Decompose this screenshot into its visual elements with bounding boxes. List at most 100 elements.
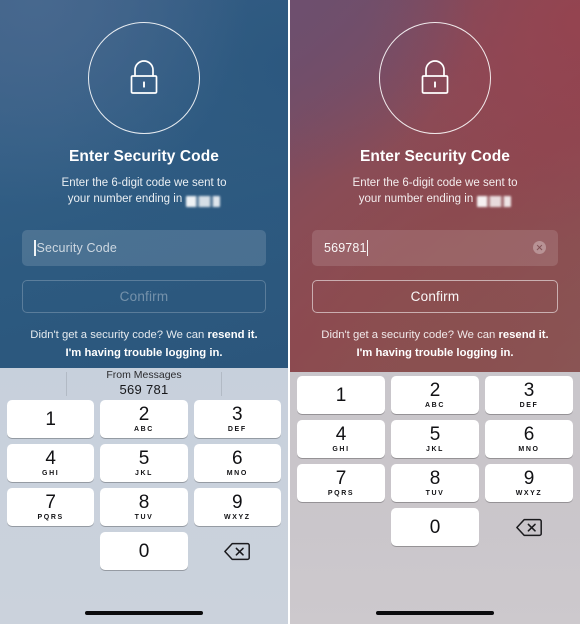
page-subtitle: Enter the 6-digit code we sent to your n… (290, 175, 580, 208)
redacted-phone-suffix (477, 195, 512, 207)
key-digit: 7 (335, 468, 347, 489)
key-digit: 6 (523, 424, 535, 445)
home-indicator[interactable] (376, 610, 494, 615)
trouble-logging-in-link[interactable]: I'm having trouble logging in. (14, 345, 274, 363)
autofill-divider-right (221, 372, 222, 396)
keypad-rows-left: 1 2 ABC 3 DEF 4 GHI 5 JKL 6 MNO 7 PQRS 8… (4, 400, 284, 570)
key-1[interactable]: 1 (297, 376, 385, 414)
key-letters: WXYZ (224, 514, 251, 521)
key-digit: 1 (45, 408, 56, 430)
help-links-right: Didn't get a security code? We can resen… (290, 327, 580, 363)
lock-icon (88, 22, 200, 134)
key-digit: 0 (429, 516, 441, 538)
key-letters: TUV (134, 514, 154, 521)
help-links-left: Didn't get a security code? We can resen… (0, 327, 288, 363)
key-letters: PQRS (327, 490, 355, 497)
key-digit: 1 (335, 384, 347, 406)
key-digit: 3 (523, 380, 535, 401)
autofill-source-label: From Messages (106, 369, 182, 382)
confirm-button[interactable]: Confirm (22, 279, 266, 313)
key-7[interactable]: 7 PQRS (7, 488, 95, 526)
key-letters: MNO (226, 470, 248, 477)
confirm-button[interactable]: Confirm (312, 279, 558, 313)
key-digit: 9 (232, 492, 243, 513)
keypad-spacer (7, 532, 94, 570)
keypad-row: 4 GHI 5 JKL 6 MNO (297, 420, 573, 458)
lock-icon (379, 22, 491, 134)
key-letters: WXYZ (515, 490, 543, 497)
page-title: Enter Security Code (359, 148, 511, 165)
lock-badge-left (0, 0, 288, 134)
key-digit: 8 (138, 492, 150, 513)
key-0[interactable]: 0 (391, 508, 479, 546)
subtitle-line-2-text: your number ending in (358, 193, 474, 206)
key-1[interactable]: 1 (7, 400, 95, 438)
keypad-row: 4 GHI 5 JKL 6 MNO (7, 444, 281, 482)
key-5[interactable]: 5 JKL (100, 444, 188, 482)
key-2[interactable]: 2 ABC (100, 400, 188, 438)
key-letters: JKL (425, 446, 445, 453)
key-8[interactable]: 8 TUV (391, 464, 479, 502)
keypad-spacer (297, 508, 385, 546)
security-code-input[interactable]: Security Code (22, 229, 266, 266)
key-letters: DEF (519, 402, 539, 409)
subtitle-line-2: your number ending in (28, 191, 260, 207)
key-letters: ABC (425, 402, 445, 409)
page-title: Enter Security Code (68, 148, 220, 165)
key-letters: GHI (332, 446, 350, 453)
key-4[interactable]: 4 GHI (7, 444, 95, 482)
autofill-suggestion-bar[interactable]: From Messages 569 781 (4, 368, 284, 400)
screenshot-stage: Enter Security Code Enter the 6-digit co… (0, 0, 580, 624)
key-digit: 2 (429, 380, 441, 401)
key-3[interactable]: 3 DEF (485, 376, 573, 414)
key-digit: 3 (232, 404, 243, 425)
key-3[interactable]: 3 DEF (193, 400, 281, 438)
keypad-rows-right: 1 2 ABC 3 DEF 4 GHI 5 JKL 6 MNO 7 PQRS 8… (294, 372, 576, 546)
keypad-row: 1 2 ABC 3 DEF (7, 400, 281, 438)
security-code-hero-left: Enter Security Code Enter the 6-digit co… (0, 0, 288, 368)
security-code-value: 569781 (324, 240, 367, 255)
trouble-logging-in-link[interactable]: I'm having trouble logging in. (304, 345, 566, 363)
keypad-row: 0 (7, 532, 281, 570)
lock-badge-right (290, 0, 580, 134)
resend-prompt-text: Didn't get a security code? We can (321, 328, 499, 341)
key-letters: DEF (227, 426, 247, 433)
numeric-keypad-right: 1 2 ABC 3 DEF 4 GHI 5 JKL 6 MNO 7 PQRS 8… (290, 372, 580, 624)
key-2[interactable]: 2 ABC (391, 376, 479, 414)
backspace-delete-icon[interactable] (194, 532, 281, 570)
key-digit: 4 (45, 448, 56, 469)
text-caret (34, 239, 36, 256)
key-4[interactable]: 4 GHI (297, 420, 385, 458)
backspace-delete-icon[interactable] (485, 508, 573, 546)
key-digit: 9 (523, 468, 535, 489)
key-letters: ABC (134, 426, 154, 433)
key-letters: TUV (425, 490, 445, 497)
numeric-keypad-left: From Messages 569 781 1 2 ABC 3 DEF 4 GH… (0, 368, 288, 624)
keypad-row: 1 2 ABC 3 DEF (297, 376, 573, 414)
subtitle-line-1: Enter the 6-digit code we sent to (61, 177, 227, 189)
key-digit: 8 (429, 468, 441, 489)
text-caret (366, 239, 369, 256)
key-7[interactable]: 7 PQRS (297, 464, 385, 502)
subtitle-line-1: Enter the 6-digit code we sent to (352, 177, 518, 189)
key-8[interactable]: 8 TUV (100, 488, 188, 526)
clear-input-icon[interactable] (533, 241, 546, 255)
key-5[interactable]: 5 JKL (391, 420, 479, 458)
autofill-divider-left (66, 372, 67, 396)
key-0[interactable]: 0 (100, 532, 188, 570)
key-9[interactable]: 9 WXYZ (485, 464, 573, 502)
key-6[interactable]: 6 MNO (485, 420, 573, 458)
key-6[interactable]: 6 MNO (193, 444, 281, 482)
key-digit: 7 (45, 492, 56, 513)
security-code-hero-right: Enter Security Code Enter the 6-digit co… (290, 0, 580, 372)
subtitle-line-2-text: your number ending in (67, 193, 183, 206)
key-9[interactable]: 9 WXYZ (193, 488, 281, 526)
page-subtitle: Enter the 6-digit code we sent to your n… (0, 175, 288, 208)
home-indicator[interactable] (85, 610, 203, 615)
subtitle-line-2: your number ending in (318, 191, 552, 207)
key-letters: PQRS (37, 514, 64, 521)
home-indicator-wrap-left (0, 610, 288, 615)
security-code-input[interactable]: 569781 (312, 229, 558, 266)
resend-link[interactable]: resend it. (498, 329, 548, 341)
resend-link[interactable]: resend it. (207, 329, 257, 341)
